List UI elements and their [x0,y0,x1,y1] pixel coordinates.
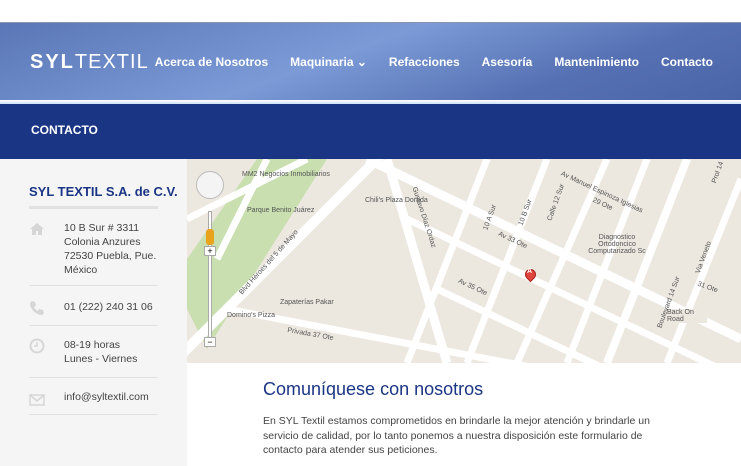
contact-sidebar: SYL TEXTIL S.A. de C.V. 10 B Sur # 3311 C… [0,159,187,466]
zoom-out-button[interactable]: − [204,337,216,347]
nav-acerca[interactable]: Acerca de Nosotros [155,55,268,69]
divider [29,325,158,326]
home-icon [30,223,44,235]
nav-mantenimiento[interactable]: Mantenimiento [554,55,639,69]
phone-icon [30,301,44,315]
email-link[interactable]: info@syltextil.com [64,390,149,404]
pan-control[interactable] [196,171,224,199]
envelope-icon [29,394,45,406]
divider [29,414,158,415]
nav-contacto[interactable]: Contacto [661,55,713,69]
intro-text: En SYL Textil estamos comprometidos en b… [263,415,650,456]
main-nav: Acerca de Nosotros Maquinaria ⌄ Refaccio… [155,55,713,69]
nav-maquinaria[interactable]: Maquinaria ⌄ [290,55,367,69]
map[interactable]: MM2 Negocios Inmobiliarios Parque Benito… [187,159,741,363]
zoom-in-button[interactable]: + [204,246,216,256]
page-title-band: CONTACTO [0,104,741,159]
nav-refacciones[interactable]: Refacciones [389,55,460,69]
clock-icon [29,338,45,354]
nav-asesoria[interactable]: Asesoría [482,55,533,69]
company-name: SYL TEXTIL S.A. de C.V. [29,184,178,199]
divider [29,206,158,209]
logo[interactable]: SYLTEXTIL [30,51,149,74]
back-on-road-label: Back On Road [667,309,707,323]
divider [29,377,158,378]
divider [29,285,158,286]
street-view-pegman-icon[interactable] [206,229,214,245]
section-title: Comuníquese con nosotros [263,379,484,399]
chevron-down-icon: ⌄ [356,55,367,69]
page-title: CONTACTO [31,123,98,137]
site-header: SYLTEXTIL Acerca de Nosotros Maquinaria … [0,22,741,100]
